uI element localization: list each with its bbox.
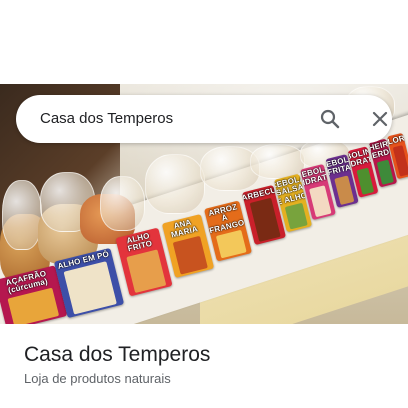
- spice-bag: [145, 154, 205, 214]
- place-info-panel[interactable]: Casa dos Temperos Loja de produtos natur…: [0, 324, 408, 408]
- top-blank-area: [0, 0, 408, 84]
- spice-bag: [2, 180, 42, 250]
- search-bar[interactable]: Casa dos Temperos: [16, 95, 392, 143]
- search-input[interactable]: Casa dos Temperos: [40, 110, 173, 127]
- close-icon[interactable]: [368, 107, 392, 131]
- place-category: Loja de produtos naturais: [24, 371, 171, 386]
- spice-bag: [100, 176, 145, 231]
- search-icon[interactable]: [318, 107, 342, 131]
- place-title: Casa dos Temperos: [24, 343, 211, 366]
